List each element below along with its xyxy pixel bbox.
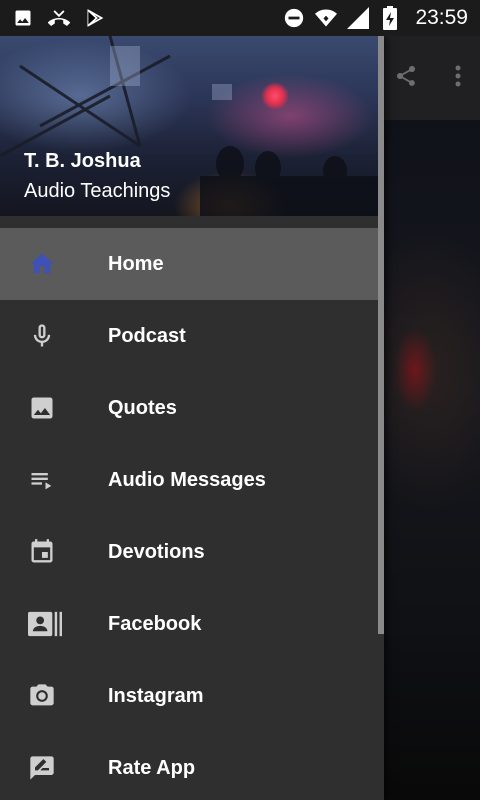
playlist-play-icon xyxy=(0,444,84,516)
status-bar: 23:59 xyxy=(0,0,480,36)
home-icon xyxy=(0,228,84,300)
menu-item-label: Rate App xyxy=(108,756,196,779)
drawer-header: T. B. Joshua Audio Teachings xyxy=(0,36,384,216)
menu-item-label: Devotions xyxy=(108,540,205,563)
menu-item-instagram[interactable]: Instagram xyxy=(0,660,384,732)
cell-signal-icon xyxy=(347,7,370,29)
menu-item-quotes[interactable]: Quotes xyxy=(0,372,384,444)
do-not-disturb-icon xyxy=(283,7,305,29)
contact-card-icon xyxy=(0,588,84,660)
menu-item-label: Instagram xyxy=(108,684,204,707)
menu-item-rate-app[interactable]: Rate App xyxy=(0,732,384,800)
menu-item-podcast[interactable]: Podcast xyxy=(0,300,384,372)
microphone-icon xyxy=(0,300,84,372)
image-icon xyxy=(0,372,84,444)
drawer-title: T. B. Joshua xyxy=(24,150,141,172)
image-icon xyxy=(12,7,34,29)
drawer-scrollbar[interactable] xyxy=(378,36,384,634)
menu-item-label: Facebook xyxy=(108,612,202,635)
missed-call-icon xyxy=(48,7,70,29)
menu-item-devotions[interactable]: Devotions xyxy=(0,516,384,588)
status-clock: 23:59 xyxy=(415,6,468,29)
menu-item-label: Podcast xyxy=(108,324,186,347)
play-store-icon xyxy=(84,7,106,29)
menu-item-label: Quotes xyxy=(108,396,177,419)
calendar-event-icon xyxy=(0,516,84,588)
navigation-drawer: T. B. Joshua Audio Teachings Home Podcas… xyxy=(0,36,384,800)
camera-icon xyxy=(0,660,84,732)
menu-item-label: Home xyxy=(108,252,164,275)
menu-item-facebook[interactable]: Facebook xyxy=(0,588,384,660)
rate-review-icon xyxy=(0,732,84,800)
wifi-icon xyxy=(315,7,338,29)
drawer-menu: Home Podcast Quotes Audio Messages Devot xyxy=(0,228,384,800)
menu-item-label: Audio Messages xyxy=(108,468,266,491)
drawer-subtitle: Audio Teachings xyxy=(24,180,171,202)
menu-item-home[interactable]: Home xyxy=(0,228,384,300)
battery-charging-icon xyxy=(379,6,401,30)
menu-item-audio-messages[interactable]: Audio Messages xyxy=(0,444,384,516)
